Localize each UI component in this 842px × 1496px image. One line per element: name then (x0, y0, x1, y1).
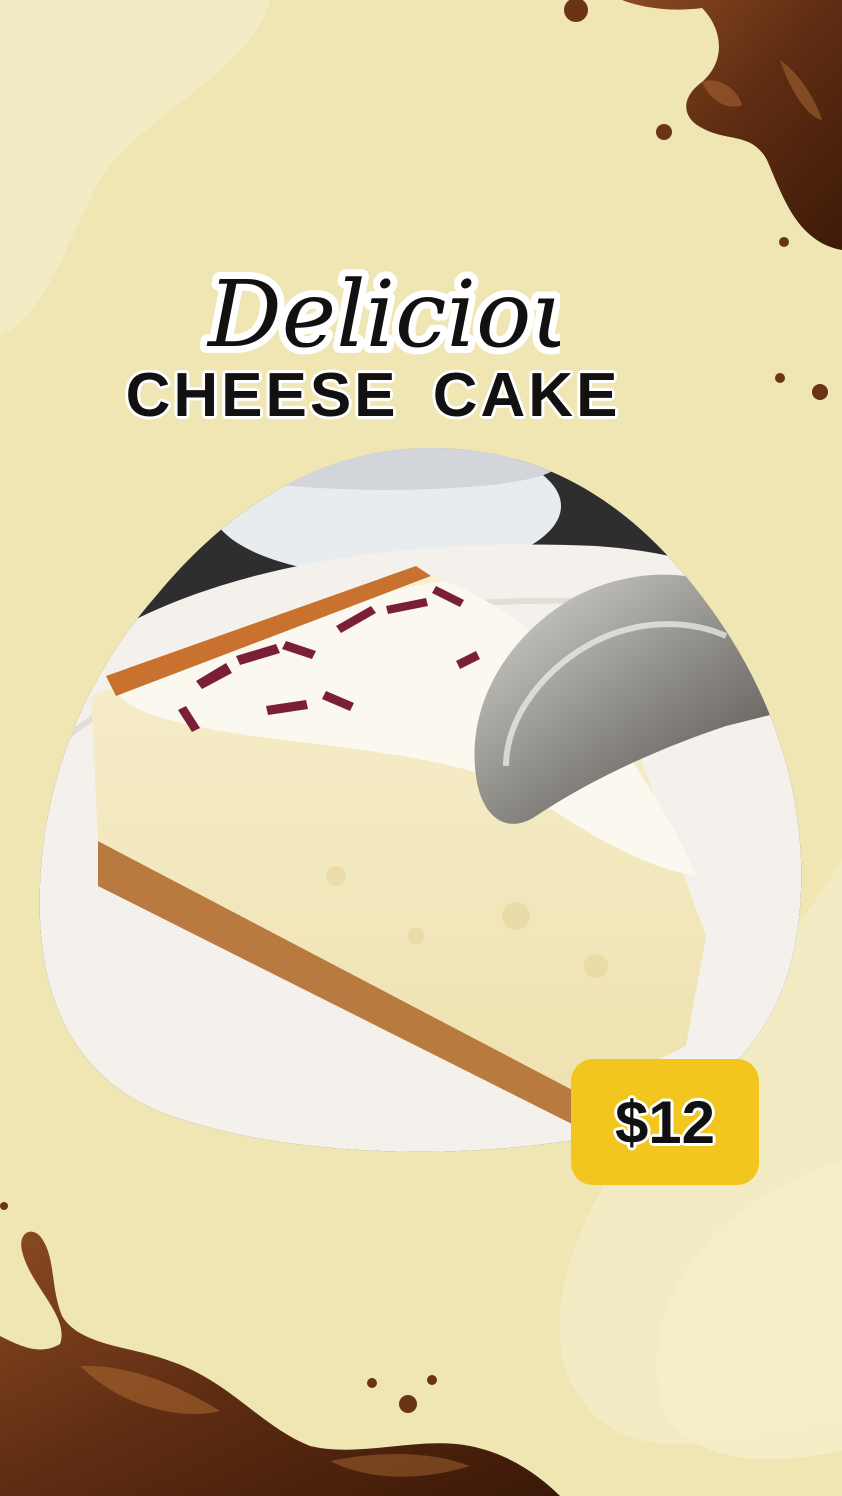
price-text: $12 (614, 1088, 716, 1156)
chocolate-splash-top-right (564, 0, 842, 250)
price-badge: $12 (571, 1059, 759, 1185)
product-title: CHEESE CAKE (125, 361, 621, 430)
cheesecake-photo (39, 447, 802, 1152)
menu-poster: Delicious Delicious CHEESE CAKE (0, 0, 842, 1496)
chocolate-splash-bottom-left (0, 1202, 560, 1496)
script-title-text: Delicious (206, 261, 560, 368)
